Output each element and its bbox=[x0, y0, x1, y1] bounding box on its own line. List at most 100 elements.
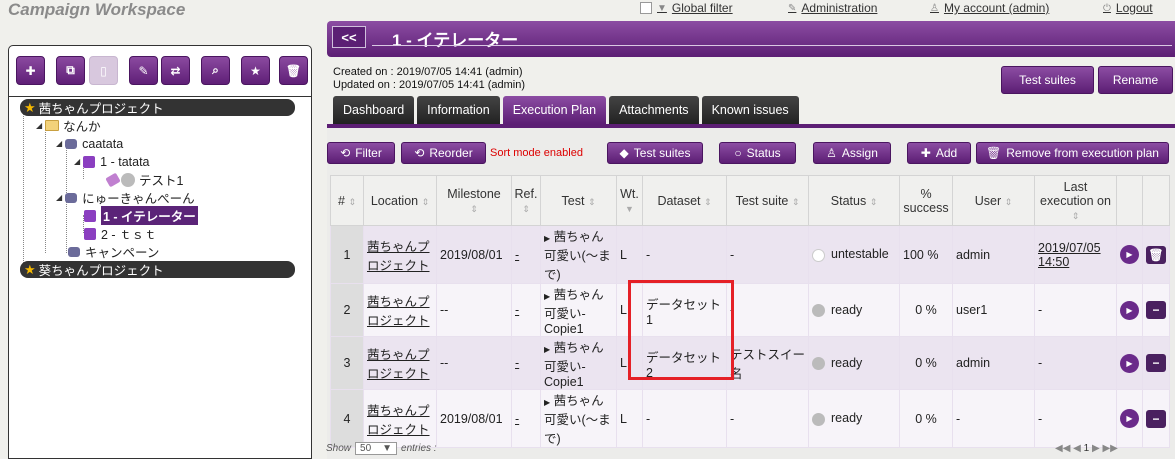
tree-node-project[interactable]: ★ 茜ちゃんプロジェクト bbox=[20, 99, 295, 116]
chevron-down-icon[interactable]: ◢ bbox=[36, 121, 42, 130]
col-location[interactable]: Location ⇕ bbox=[363, 175, 437, 226]
test-suites-action-button[interactable]: ◆ Test suites bbox=[607, 142, 703, 164]
back-button[interactable]: << bbox=[332, 26, 366, 48]
chevron-down-icon[interactable]: ◢ bbox=[74, 157, 80, 166]
tab-attachments[interactable]: Attachments bbox=[609, 96, 699, 124]
transfer-icon[interactable]: ⇄ bbox=[161, 56, 190, 85]
status-cell[interactable]: untestable bbox=[808, 225, 900, 284]
minus-icon[interactable]: − bbox=[1146, 409, 1166, 428]
next-page-icon[interactable]: ▶ bbox=[1092, 443, 1100, 454]
trash-icon[interactable]: 🗑 bbox=[1146, 245, 1166, 264]
global-filter-label[interactable]: Global filter bbox=[672, 1, 733, 15]
paste-icon[interactable]: ▯ bbox=[89, 56, 118, 85]
search-icon[interactable]: ⌕ bbox=[201, 56, 230, 85]
test-cell[interactable]: ▶ 茜ちゃん可愛い(〜まで) bbox=[540, 389, 617, 448]
filter-button[interactable]: ⟲ Filter bbox=[327, 142, 395, 164]
tree-node-project[interactable]: ★ 葵ちゃんプロジェクト bbox=[20, 261, 295, 278]
rename-button[interactable]: Rename bbox=[1098, 66, 1173, 94]
first-page-icon[interactable]: ◀◀ bbox=[1055, 443, 1070, 454]
col-ref[interactable]: Ref. ⇕ bbox=[511, 175, 541, 226]
tree-node-campaign[interactable]: ◢ caatata bbox=[56, 135, 123, 152]
status-button[interactable]: ○ Status bbox=[719, 142, 796, 164]
play-icon[interactable]: ▶ bbox=[1120, 353, 1139, 373]
play-icon[interactable]: ▶ bbox=[1120, 245, 1139, 264]
tree-node-iteration[interactable]: 2 - ｔｓｔ bbox=[84, 225, 157, 242]
my-account-link[interactable]: ♙ My account (admin) bbox=[930, 1, 1049, 15]
location-link[interactable]: 茜ちゃんプロジェクト bbox=[367, 295, 430, 328]
global-filter-checkbox[interactable] bbox=[640, 2, 652, 14]
my-account-label[interactable]: My account (admin) bbox=[944, 1, 1049, 15]
table-row[interactable]: 4 茜ちゃんプロジェクト 2019/08/01 - ▶ 茜ちゃん可愛い(〜まで)… bbox=[330, 389, 1170, 448]
tab-execution-plan[interactable]: Execution Plan bbox=[502, 96, 607, 124]
col-last-execution[interactable]: Last execution on ⇕ bbox=[1034, 175, 1117, 226]
rename-icon[interactable]: ✎ bbox=[129, 56, 158, 85]
tree-node-campaign[interactable]: ◢ にゅーきゃんぺーん bbox=[56, 189, 195, 206]
user-cell[interactable]: - bbox=[952, 389, 1035, 448]
test-cell[interactable]: ▶ 茜ちゃん可愛い-Copie1 bbox=[540, 283, 617, 337]
status-cell[interactable]: ready bbox=[808, 283, 900, 337]
tree-node-suite[interactable]: テスト1 bbox=[105, 171, 183, 188]
user-cell[interactable]: admin bbox=[952, 336, 1035, 390]
tree-node-folder[interactable]: ◢ なんか bbox=[36, 117, 101, 134]
tree-node-campaign[interactable]: キャンペーン bbox=[68, 243, 159, 260]
table-row[interactable]: 1 茜ちゃんプロジェクト 2019/08/01 - ▶ 茜ちゃん可愛い(〜まで)… bbox=[330, 225, 1170, 284]
test-cell[interactable]: ▶ 茜ちゃん可愛い(〜まで) bbox=[540, 225, 617, 284]
logout-label[interactable]: Logout bbox=[1116, 1, 1153, 15]
status-cell[interactable]: ready bbox=[808, 389, 900, 448]
ref-link[interactable]: - bbox=[515, 248, 519, 262]
minus-icon[interactable]: − bbox=[1146, 301, 1166, 319]
chevron-down-icon[interactable]: ◢ bbox=[56, 193, 62, 202]
reorder-button[interactable]: ⟲ Reorder bbox=[401, 142, 486, 164]
col-weight[interactable]: Wt. ▼ bbox=[616, 175, 643, 226]
status-cell[interactable]: ready bbox=[808, 336, 900, 390]
copy-icon[interactable]: ⧉ bbox=[56, 56, 85, 85]
col-milestone[interactable]: Milestone ⇕ bbox=[436, 175, 512, 226]
administration-label[interactable]: Administration bbox=[801, 1, 877, 15]
play-icon[interactable]: ▶ bbox=[1120, 300, 1139, 320]
add-icon[interactable]: ✚ bbox=[16, 56, 45, 85]
add-button[interactable]: ✚ Add bbox=[907, 142, 971, 164]
tab-dashboard[interactable]: Dashboard bbox=[333, 96, 415, 124]
table-row[interactable]: 2 茜ちゃんプロジェクト -- - ▶ 茜ちゃん可愛い-Copie1 L データ… bbox=[330, 283, 1170, 337]
user-cell[interactable]: user1 bbox=[952, 283, 1035, 337]
tree-node-iteration[interactable]: ◢ 1 - tatata bbox=[74, 153, 150, 170]
col-test[interactable]: Test ⇕ bbox=[540, 175, 617, 226]
ref-link[interactable]: - bbox=[515, 356, 519, 370]
logout-link[interactable]: ⏻ Logout bbox=[1103, 1, 1153, 15]
col-test-suite[interactable]: Test suite ⇕ bbox=[726, 175, 809, 226]
col-success[interactable]: % success bbox=[899, 175, 953, 226]
location-link[interactable]: 茜ちゃんプロジェクト bbox=[367, 404, 430, 437]
test-suites-button[interactable]: Test suites bbox=[1001, 66, 1094, 94]
entries-select[interactable]: 50 ▼ bbox=[355, 442, 398, 455]
delete-icon[interactable]: 🗑 bbox=[279, 56, 308, 85]
assign-label: Assign bbox=[841, 146, 878, 160]
tab-information[interactable]: Information bbox=[417, 96, 500, 124]
user-cell[interactable]: admin bbox=[952, 225, 1035, 284]
tree-node-iteration-selected[interactable]: 1 - イテレーター bbox=[84, 206, 198, 225]
location-link[interactable]: 茜ちゃんプロジェクト bbox=[367, 240, 430, 273]
col-dataset[interactable]: Dataset ⇕ bbox=[642, 175, 727, 226]
col-status[interactable]: Status ⇕ bbox=[808, 175, 900, 226]
remove-from-plan-button[interactable]: 🗑 Remove from execution plan bbox=[976, 142, 1169, 164]
table-row[interactable]: 3 茜ちゃんプロジェクト -- - ▶ 茜ちゃん可愛い-Copie1 L データ… bbox=[330, 336, 1170, 390]
chevron-down-icon[interactable]: ◢ bbox=[56, 139, 62, 148]
col-user[interactable]: User ⇕ bbox=[952, 175, 1035, 226]
ref-link[interactable]: - bbox=[515, 412, 519, 426]
dataset-cell[interactable]: - bbox=[642, 389, 727, 448]
tab-known-issues[interactable]: Known issues bbox=[701, 96, 799, 124]
dataset-cell[interactable]: - bbox=[642, 225, 727, 284]
global-filter-link[interactable]: ▼ Global filter bbox=[640, 1, 733, 15]
prev-page-icon[interactable]: ◀ bbox=[1073, 443, 1081, 454]
administration-link[interactable]: ✎ Administration bbox=[788, 1, 877, 15]
test-cell[interactable]: ▶ 茜ちゃん可愛い-Copie1 bbox=[540, 336, 617, 390]
last-page-icon[interactable]: ▶▶ bbox=[1102, 443, 1117, 454]
star-icon[interactable]: ★ bbox=[241, 56, 270, 85]
minus-icon[interactable]: − bbox=[1146, 354, 1166, 372]
current-page[interactable]: 1 bbox=[1084, 443, 1090, 454]
ref-link[interactable]: - bbox=[515, 303, 519, 317]
last-execution-link[interactable]: 2019/07/05 14:50 bbox=[1038, 241, 1101, 269]
col-num[interactable]: # ⇕ bbox=[330, 175, 364, 226]
play-icon[interactable]: ▶ bbox=[1120, 409, 1139, 428]
assign-button[interactable]: ♙ Assign bbox=[813, 142, 891, 164]
location-link[interactable]: 茜ちゃんプロジェクト bbox=[367, 348, 430, 381]
